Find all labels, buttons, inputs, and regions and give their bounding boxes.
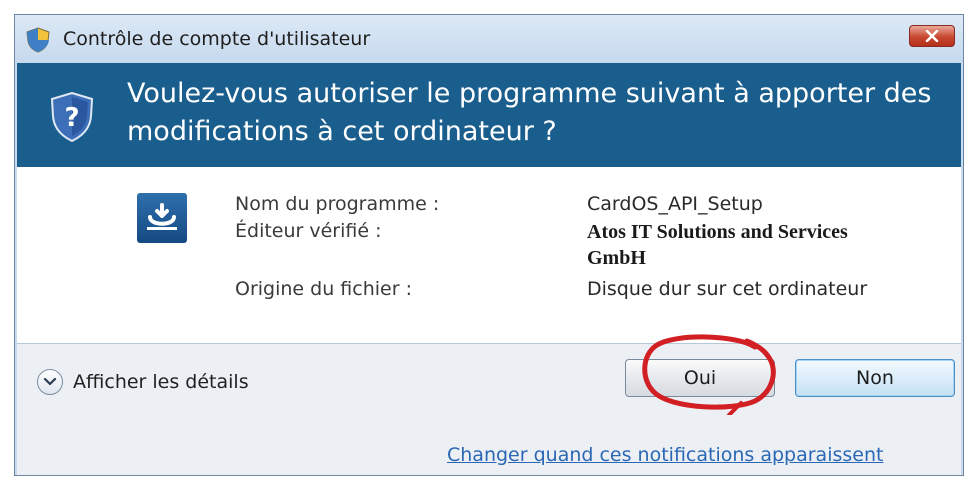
installer-icon — [137, 193, 187, 243]
uac-dialog: Contrôle de compte d'utilisateur ? Voule… — [14, 14, 964, 476]
dialog-footer: Afficher les détails Oui Non Changer qua… — [17, 344, 961, 475]
title-bar: Contrôle de compte d'utilisateur — [15, 15, 963, 63]
origin-label: Origine du fichier : — [235, 278, 412, 300]
question-text: Voulez-vous autoriser le programme suiva… — [127, 78, 932, 147]
close-icon — [925, 30, 939, 42]
program-details: Nom du programme : CardOS_API_Setup Édit… — [17, 167, 961, 343]
program-name-value: CardOS_API_Setup — [587, 193, 763, 215]
question-header: ? Voulez-vous autoriser le programme sui… — [17, 63, 961, 167]
program-name-label: Nom du programme : — [235, 193, 440, 215]
shield-question-icon: ? — [50, 92, 94, 142]
shield-icon — [26, 27, 50, 53]
svg-text:?: ? — [64, 103, 79, 133]
origin-value: Disque dur sur cet ordinateur — [587, 278, 868, 300]
yes-button[interactable]: Oui — [625, 359, 775, 397]
change-notifications-link[interactable]: Changer quand ces notifications apparais… — [447, 444, 883, 466]
publisher-label: Éditeur vérifié : — [235, 220, 382, 242]
show-details-label[interactable]: Afficher les détails — [73, 371, 249, 393]
window-title: Contrôle de compte d'utilisateur — [63, 28, 371, 50]
publisher-value: Atos IT Solutions and Services GmbH — [587, 221, 848, 269]
chevron-down-icon[interactable] — [37, 369, 63, 395]
no-button[interactable]: Non — [795, 359, 955, 397]
close-button[interactable] — [909, 25, 955, 47]
